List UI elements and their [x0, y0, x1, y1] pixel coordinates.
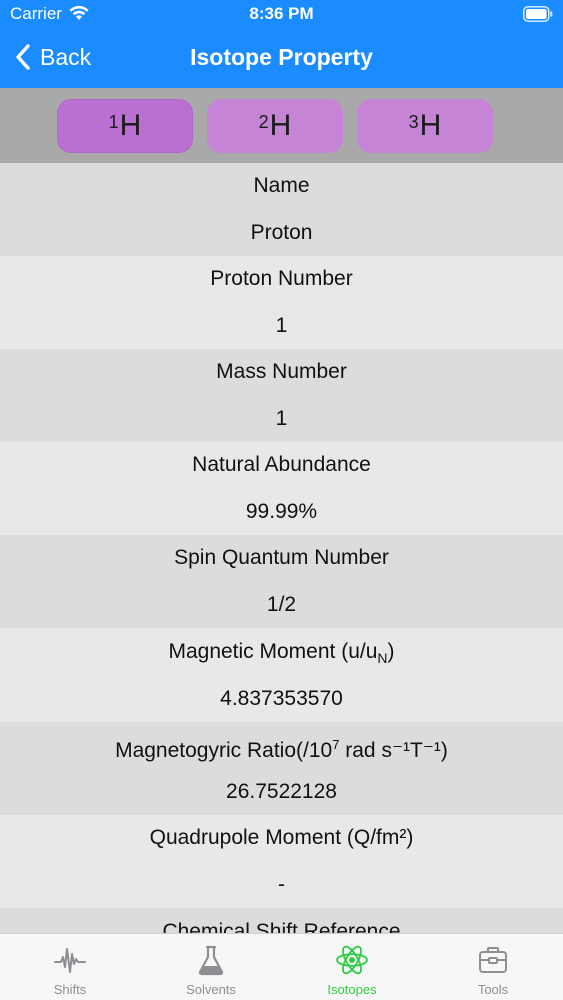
flask-icon	[198, 945, 224, 976]
property-row-magnetic-moment: Magnetic Moment (u/uN) 4.837353570	[0, 628, 563, 722]
property-label: Mass Number	[216, 360, 347, 383]
property-row-mass-number: Mass Number 1	[0, 349, 563, 442]
property-label: Quadrupole Moment (Q/fm²)	[149, 826, 414, 849]
property-value: 1/2	[266, 593, 297, 616]
tab-label: Solvents	[186, 982, 236, 997]
element-symbol: H	[269, 109, 292, 142]
waveform-icon	[54, 948, 86, 973]
tab-solvents[interactable]: Solvents	[141, 934, 281, 1000]
app-screen: Carrier 8:36 PM Back Isotope Property 1 …	[0, 0, 563, 1000]
tab-isotopes[interactable]: Isotopes	[282, 934, 422, 1000]
tab-bar: Shifts Solvents Isotopes Tools	[0, 933, 563, 1000]
isotope-button-3h[interactable]: 3H	[357, 99, 493, 153]
property-label: Chemical Shift Reference	[162, 920, 401, 933]
navigation-bar: Back Isotope Property	[0, 30, 563, 88]
top-bar: Carrier 8:36 PM Back Isotope Property	[0, 0, 563, 88]
clock-label: 8:36 PM	[249, 4, 314, 23]
tab-label: Tools	[477, 982, 509, 997]
property-row-quadrupole-moment: Quadrupole Moment (Q/fm²) -	[0, 815, 563, 908]
element-symbol: H	[419, 109, 442, 142]
mass-number: 2	[258, 111, 269, 132]
property-value: Proton	[250, 221, 313, 244]
property-row-spin-quantum-number: Spin Quantum Number 1/2	[0, 535, 563, 628]
tab-label: Shifts	[53, 982, 87, 997]
property-row-chemical-shift-reference: Chemical Shift Reference	[0, 908, 563, 933]
property-label: Magnetic Moment (u/uN)	[168, 640, 395, 666]
property-value: 26.7522128	[226, 780, 337, 803]
property-value: 1	[275, 407, 288, 430]
page-title: Isotope Property	[190, 44, 373, 70]
battery-icon	[523, 6, 553, 22]
tab-label: Isotopes	[327, 982, 377, 997]
property-row-name: Name Proton	[0, 163, 563, 256]
element-symbol: H	[119, 109, 142, 142]
property-row-magnetogyric-ratio: Magnetogyric Ratio(/107 rad s⁻¹T⁻¹) 26.7…	[0, 722, 563, 815]
isotope-button-1h[interactable]: 1H	[57, 99, 193, 153]
property-list: Name Proton Proton Number 1 Mass Number …	[0, 163, 563, 933]
status-bar: Carrier 8:36 PM	[0, 0, 563, 30]
property-row-natural-abundance: Natural Abundance 99.99%	[0, 442, 563, 535]
property-label: Natural Abundance	[192, 453, 371, 476]
property-label: Magnetogyric Ratio(/107 rad s⁻¹T⁻¹)	[115, 737, 448, 762]
property-label: Name	[253, 174, 310, 197]
isotope-selector: 1H 2H 3H	[0, 88, 563, 163]
property-value: 99.99%	[245, 500, 318, 523]
mass-number: 3	[408, 111, 419, 132]
mass-number: 1	[108, 111, 119, 132]
property-value: 1	[275, 314, 288, 337]
property-label: Proton Number	[210, 267, 353, 290]
tab-shifts[interactable]: Shifts	[0, 934, 140, 1000]
property-value: -	[278, 873, 285, 896]
property-row-proton-number: Proton Number 1	[0, 256, 563, 349]
isotope-button-2h[interactable]: 2H	[207, 99, 343, 153]
atom-icon	[336, 945, 368, 975]
toolbox-icon	[479, 947, 507, 973]
tab-tools[interactable]: Tools	[423, 934, 563, 1000]
property-label: Spin Quantum Number	[174, 546, 389, 569]
property-value: 4.837353570	[220, 687, 343, 710]
